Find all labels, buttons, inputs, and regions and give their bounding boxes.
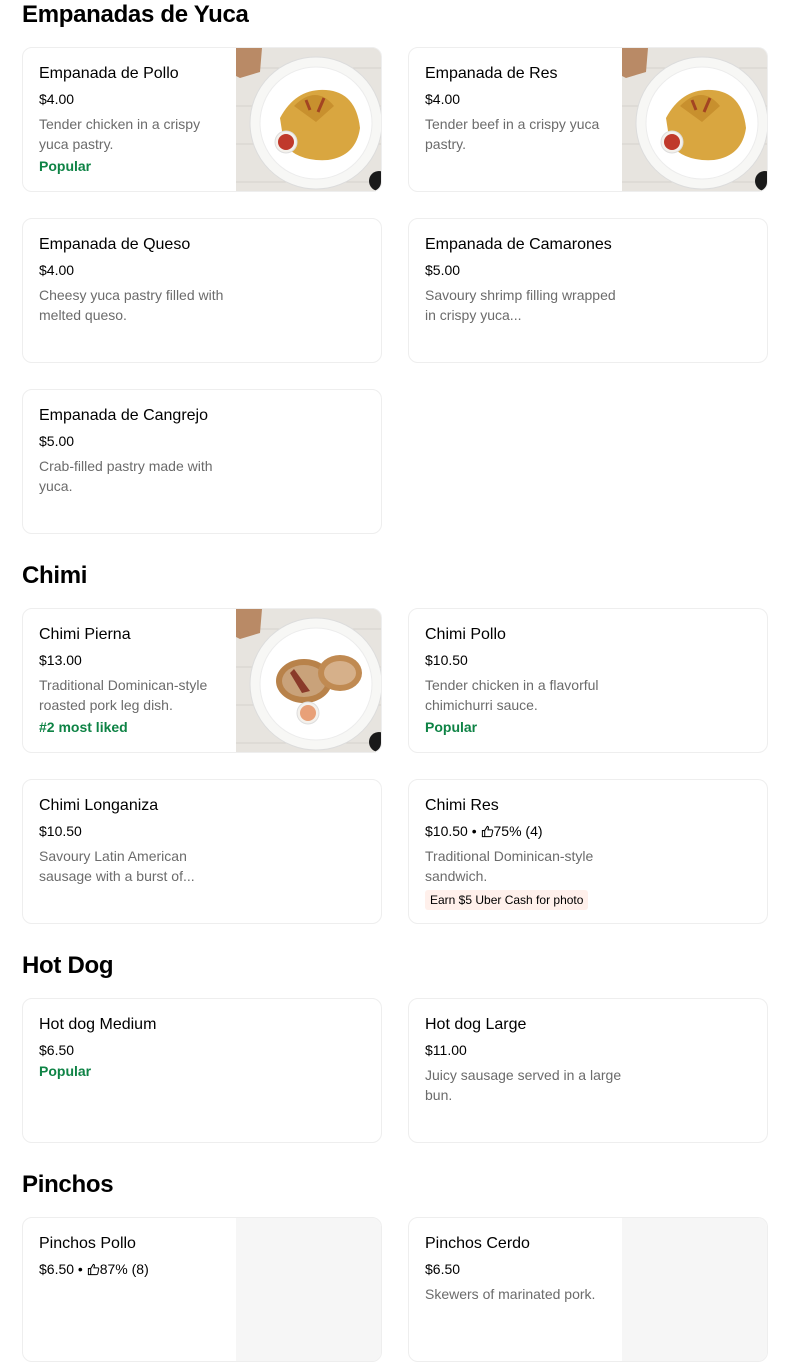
- menu-item-image: [236, 609, 381, 752]
- menu-item-name: Empanada de Cangrejo: [39, 407, 209, 424]
- menu-item-image-placeholder: [236, 1218, 381, 1361]
- menu-item-card[interactable]: Pinchos Cerdo $6.50 Skewers of marinated …: [408, 1217, 768, 1362]
- menu-item-price-line: $10.50: [425, 651, 625, 669]
- menu-item-description: Traditional Dominican-style roasted pork…: [39, 677, 208, 713]
- menu-item-price: $6.50: [425, 1261, 461, 1277]
- menu-item-name: Empanada de Pollo: [39, 65, 179, 82]
- menu-item-price: $11.00: [425, 1042, 467, 1058]
- section-title: Empanadas de Yuca: [22, 1, 249, 28]
- menu-item-card[interactable]: Empanada de Camarones $5.00 Savoury shrim…: [408, 218, 768, 363]
- menu-item-price-line: $11.00: [425, 1041, 625, 1059]
- menu-item-info: Empanada de Res $4.00 Tender beef in a cr…: [425, 64, 615, 154]
- menu-item-description: Savoury shrimp filling wrapped in crispy…: [425, 287, 616, 323]
- menu-item-price-line: $10.50: [39, 822, 239, 840]
- menu-item-name: Hot dog Large: [425, 1016, 527, 1033]
- menu-item-info: Chimi Longaniza $10.50 Savoury Latin Amer…: [39, 796, 239, 886]
- menu-item-tag: Popular: [39, 158, 92, 174]
- menu-item-price: $6.50: [39, 1042, 75, 1058]
- menu-item-card[interactable]: Empanada de Cangrejo $5.00 Crab-filled pa…: [22, 389, 382, 534]
- menu-item-name: Chimi Pierna: [39, 626, 131, 643]
- menu-item-price-line: $4.00: [39, 90, 229, 108]
- thumbs-up-icon: [481, 825, 493, 838]
- section-title: Hot Dog: [22, 952, 114, 979]
- menu-item-description: Crab-filled pastry made with yuca.: [39, 458, 213, 494]
- menu-item-tag: #2 most liked: [39, 719, 128, 735]
- menu-item-price: $5.00: [39, 433, 75, 449]
- menu-item-info: Empanada de Queso $4.00 Cheesy yuca pastr…: [39, 235, 239, 325]
- menu-item-description: Traditional Dominican-style sandwich.: [425, 848, 594, 884]
- menu-item-image: [236, 48, 381, 191]
- menu-item-price-line: $6.50: [39, 1041, 239, 1059]
- menu-item-card[interactable]: Empanada de Pollo $4.00 Tender chicken in…: [22, 47, 382, 192]
- menu-item-name: Empanada de Queso: [39, 236, 191, 253]
- menu-item-name: Pinchos Cerdo: [425, 1235, 530, 1252]
- menu-item-name: Empanada de Camarones: [425, 236, 612, 253]
- menu-item-description: Savoury Latin American sausage with a bu…: [39, 848, 195, 884]
- menu-item-info: Pinchos Cerdo $6.50 Skewers of marinated …: [425, 1234, 615, 1304]
- menu-item-info: Pinchos Pollo $6.50 • 87% (8): [39, 1234, 229, 1278]
- menu-item-card[interactable]: Chimi Longaniza $10.50 Savoury Latin Amer…: [22, 779, 382, 924]
- menu-item-price-line: $13.00: [39, 651, 229, 669]
- menu-item-description: Tender chicken in a crispy yuca pastry.: [39, 116, 201, 152]
- menu-item-price-line: $5.00: [425, 261, 625, 279]
- empanada-plate-image: [622, 48, 767, 191]
- menu-item-rating: 75% (4): [493, 823, 543, 839]
- menu-item-name: Pinchos Pollo: [39, 1235, 136, 1252]
- menu-item-price: $10.50: [425, 652, 468, 668]
- menu-item-info: Hot dog Medium $6.50 Popular: [39, 1015, 239, 1081]
- menu-item-price-line: $5.00: [39, 432, 239, 450]
- menu-item-name: Empanada de Res: [425, 65, 558, 82]
- menu-item-name: Hot dog Medium: [39, 1016, 157, 1033]
- menu-item-rating: 87% (8): [99, 1261, 149, 1277]
- menu-item-info: Chimi Pierna $13.00 Traditional Dominican…: [39, 625, 229, 737]
- menu-item-price-line: $6.50 • 87% (8): [39, 1261, 149, 1277]
- menu-item-price-line: $4.00: [39, 261, 239, 279]
- menu-item-price: $4.00: [39, 262, 75, 278]
- menu-item-price-line: $6.50: [425, 1260, 615, 1278]
- menu-item-card[interactable]: Hot dog Large $11.00 Juicy sausage served…: [408, 998, 768, 1143]
- menu-item-image: [622, 48, 767, 191]
- menu-item-description: Tender beef in a crispy yuca pastry.: [425, 116, 600, 152]
- menu-item-info: Hot dog Large $11.00 Juicy sausage served…: [425, 1015, 625, 1105]
- menu-item-card[interactable]: Chimi Pierna $13.00 Traditional Dominican…: [22, 608, 382, 753]
- menu-item-price-line: $4.00: [425, 90, 615, 108]
- menu-item-tag: Popular: [39, 1063, 92, 1079]
- menu-item-card[interactable]: Hot dog Medium $6.50 Popular: [22, 998, 382, 1143]
- menu-item-image-placeholder: [622, 1218, 767, 1361]
- menu-item-card[interactable]: Chimi Pollo $10.50 Tender chicken in a fl…: [408, 608, 768, 753]
- menu-item-description: Juicy sausage served in a large bun.: [425, 1067, 622, 1103]
- menu-item-price: $6.50: [39, 1261, 75, 1277]
- menu-item-description: Tender chicken in a flavorful chimichurr…: [425, 677, 599, 713]
- menu-item-price-line: $10.50 • 75% (4): [425, 823, 543, 839]
- menu-item-price: $5.00: [425, 262, 461, 278]
- sandwich-plate-image: [236, 609, 381, 752]
- menu-item-name: Chimi Pollo: [425, 626, 506, 643]
- menu-item-tag: Popular: [425, 719, 478, 735]
- menu-item-info: Empanada de Pollo $4.00 Tender chicken in…: [39, 64, 229, 176]
- menu-item-info: Empanada de Cangrejo $5.00 Crab-filled pa…: [39, 406, 239, 496]
- menu-item-card[interactable]: Pinchos Pollo $6.50 • 87% (8): [22, 1217, 382, 1362]
- thumbs-up-icon: [87, 1263, 99, 1276]
- menu-item-price: $10.50: [39, 823, 82, 839]
- menu-item-price: $4.00: [39, 91, 75, 107]
- promo-badge: Earn $5 Uber Cash for photo: [425, 890, 589, 910]
- menu-item-price: $4.00: [425, 91, 461, 107]
- menu-item-info: Empanada de Camarones $5.00 Savoury shrim…: [425, 235, 625, 325]
- menu-item-description: Skewers of marinated pork.: [425, 1286, 596, 1302]
- menu-item-name: Chimi Res: [425, 797, 499, 814]
- menu-item-card[interactable]: Empanada de Queso $4.00 Cheesy yuca pastr…: [22, 218, 382, 363]
- menu-item-info: Chimi Res $10.50 • 75% (4) Traditional Do…: [425, 796, 625, 910]
- menu-item-description: Cheesy yuca pastry filled with melted qu…: [39, 287, 224, 323]
- menu-item-price: $10.50: [425, 823, 468, 839]
- menu-item-price: $13.00: [39, 652, 82, 668]
- empanada-plate-image: [236, 48, 381, 191]
- menu-item-card[interactable]: Chimi Res $10.50 • 75% (4) Traditional Do…: [408, 779, 768, 924]
- section-title: Pinchos: [22, 1171, 114, 1198]
- menu-item-card[interactable]: Empanada de Res $4.00 Tender beef in a cr…: [408, 47, 768, 192]
- menu-item-info: Chimi Pollo $10.50 Tender chicken in a fl…: [425, 625, 625, 737]
- section-title: Chimi: [22, 562, 88, 589]
- menu-item-name: Chimi Longaniza: [39, 797, 159, 814]
